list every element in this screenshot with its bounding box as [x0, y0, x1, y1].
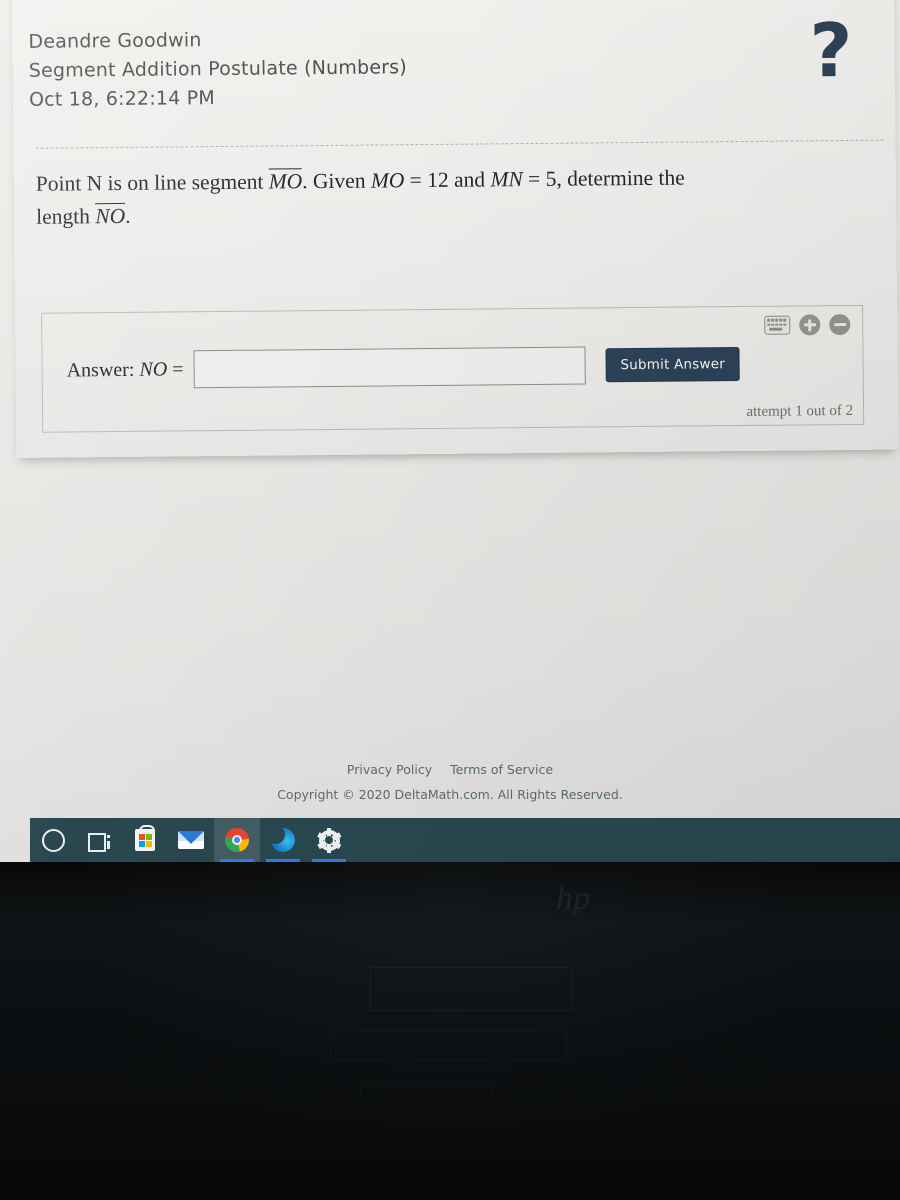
answer-equals: =: [172, 357, 184, 380]
equals-2: =: [522, 166, 546, 192]
taskbar-item-task-view[interactable]: [76, 818, 122, 862]
zoom-out-icon[interactable]: [829, 313, 851, 336]
monitor-bezel: hp: [0, 862, 900, 1200]
mail-icon: [178, 831, 204, 849]
segment-mo-overline: MO: [268, 168, 303, 194]
and-text: and: [448, 167, 491, 192]
task-view-icon: [88, 832, 110, 852]
circle-icon: [41, 828, 65, 852]
answer-panel-toolbar: [764, 313, 851, 336]
deltamath-content-card: Deandre Goodwin Segment Addition Postula…: [12, 0, 899, 458]
terms-of-service-link[interactable]: Terms of Service: [450, 762, 553, 777]
segment-no-overline: NO: [95, 203, 126, 229]
answer-variable: NO: [139, 358, 168, 381]
answer-label: Answer: NO =: [67, 358, 184, 382]
answer-panel: Answer: NO = Submit Answer attempt 1 out…: [41, 304, 865, 433]
assignment-timestamp: Oct 18, 6:22:14 PM: [28, 86, 216, 111]
question-line1-part1: Point N is on line segment: [35, 169, 269, 196]
gear-icon: [317, 827, 341, 853]
copyright-text: Copyright © 2020 DeltaMath.com. All Righ…: [277, 787, 623, 802]
mn-label: MN: [490, 167, 523, 192]
footer-links: Privacy Policy Terms of Service: [0, 762, 900, 777]
mo-value: 12: [427, 167, 449, 193]
edge-icon: [271, 828, 295, 852]
windows-taskbar: [30, 818, 900, 862]
taskbar-item-google-chrome[interactable]: [214, 818, 260, 862]
taskbar-item-settings[interactable]: [306, 818, 352, 862]
page-footer: Privacy Policy Terms of Service Copyrigh…: [0, 762, 900, 802]
taskbar-item-microsoft-store[interactable]: [122, 818, 168, 862]
question-line2-part1: length: [36, 204, 96, 230]
keyboard-icon[interactable]: [764, 315, 791, 335]
answer-label-text: Answer:: [66, 358, 135, 381]
question-mark-icon[interactable]: ?: [809, 8, 853, 94]
bezel-sheen: [0, 862, 900, 1200]
taskbar-item-mail[interactable]: [168, 818, 214, 862]
header-divider: [35, 139, 884, 149]
question-text: Point N is on line segment MO. Given MO …: [36, 160, 867, 235]
question-line1-part3: , determine the: [556, 165, 685, 191]
screen-area: Deandre Goodwin Segment Addition Postula…: [0, 0, 900, 862]
privacy-policy-link[interactable]: Privacy Policy: [347, 762, 432, 777]
taskbar-item-cortana[interactable]: [30, 818, 76, 862]
chrome-icon: [225, 828, 249, 852]
submit-answer-button[interactable]: Submit Answer: [605, 347, 741, 383]
answer-row: Answer: NO = Submit Answer: [42, 340, 862, 394]
mo-label: MO: [370, 168, 405, 193]
taskbar-item-microsoft-edge[interactable]: [260, 818, 306, 862]
answer-input[interactable]: [193, 346, 586, 389]
mn-value: 5: [545, 166, 557, 191]
zoom-in-icon[interactable]: [799, 314, 821, 336]
store-icon: [135, 825, 155, 851]
question-line2-part2: .: [125, 204, 131, 229]
assignment-header: Deandre Goodwin Segment Addition Postula…: [28, 22, 669, 115]
question-line1-part2: . Given: [302, 168, 371, 194]
equals-1: =: [404, 168, 428, 193]
attempt-counter: attempt 1 out of 2: [746, 402, 854, 420]
